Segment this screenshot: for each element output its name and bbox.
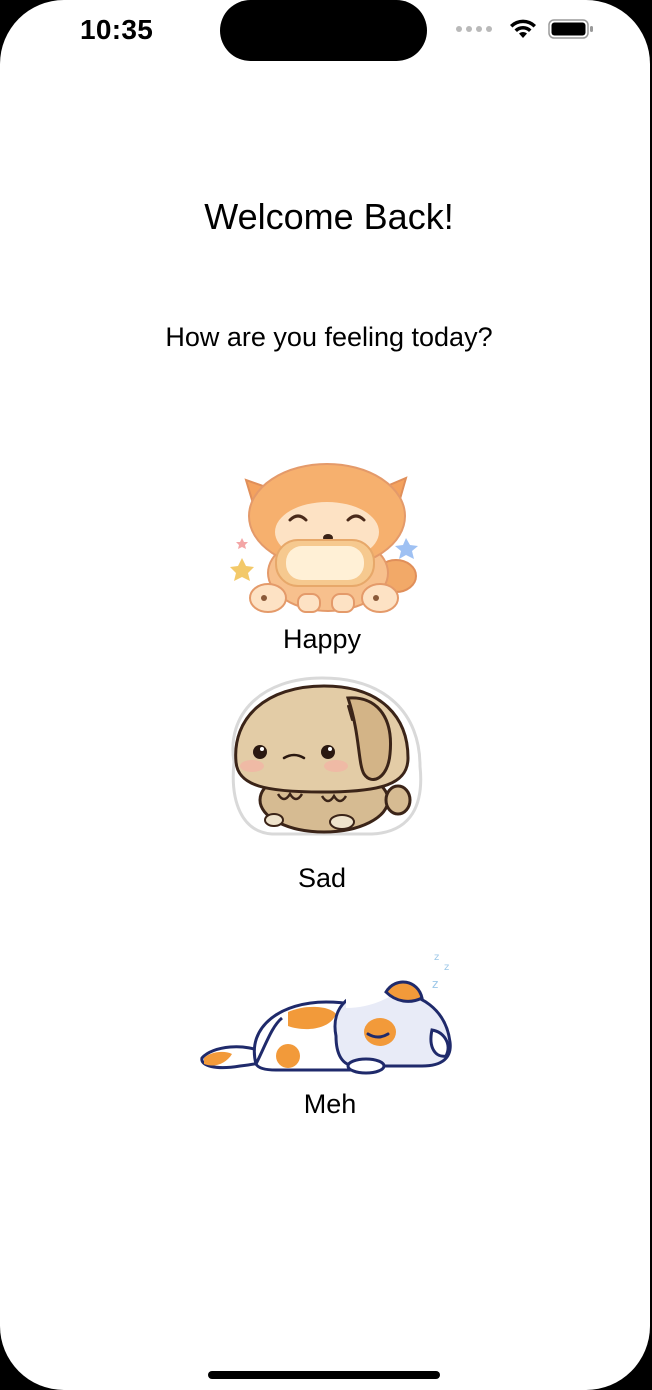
happy-dog-image xyxy=(230,463,418,613)
mood-prompt: How are you feeling today? xyxy=(165,322,493,352)
sad-bunny-image xyxy=(231,676,423,836)
svg-text:z: z xyxy=(434,952,439,963)
mood-label-happy: Happy xyxy=(282,624,362,654)
cellular-dots-icon xyxy=(456,26,492,32)
mood-label-sad: Sad xyxy=(297,863,347,893)
sleeping-cat-image: z z z xyxy=(200,952,452,1075)
svg-text:z: z xyxy=(432,977,438,991)
mood-label-meh: Meh xyxy=(303,1089,357,1119)
app-screen: 10:35 Welcome Back! How are you feeling … xyxy=(0,0,650,1390)
status-time: 10:35 xyxy=(80,14,154,45)
battery-icon xyxy=(548,19,593,39)
home-indicator[interactable] xyxy=(208,1371,440,1379)
dynamic-island xyxy=(220,0,427,61)
status-bar: 10:35 xyxy=(0,0,650,64)
device-frame: 10:35 Welcome Back! How are you feeling … xyxy=(0,0,652,1390)
svg-text:z: z xyxy=(444,962,449,973)
page-title: Welcome Back! xyxy=(204,196,454,237)
status-icons xyxy=(456,18,594,40)
wifi-icon xyxy=(510,19,536,38)
